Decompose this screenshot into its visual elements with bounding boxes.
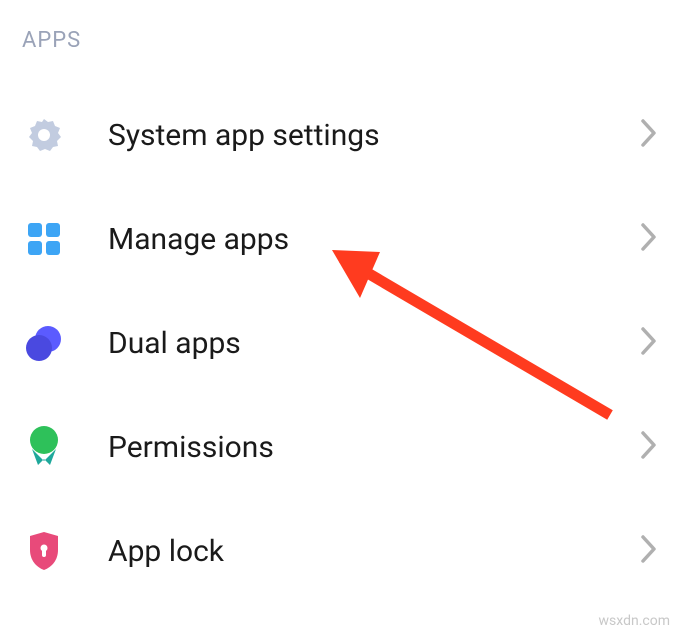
menu-item-label: Permissions bbox=[66, 430, 640, 465]
menu-item-permissions[interactable]: Permissions bbox=[0, 395, 680, 499]
menu-item-system-app-settings[interactable]: System app settings bbox=[0, 83, 680, 187]
menu-item-label: Manage apps bbox=[66, 222, 640, 257]
shield-lock-icon bbox=[22, 529, 66, 573]
menu-item-manage-apps[interactable]: Manage apps bbox=[0, 187, 680, 291]
chevron-right-icon bbox=[640, 534, 658, 568]
chevron-right-icon bbox=[640, 118, 658, 152]
menu-item-dual-apps[interactable]: Dual apps bbox=[0, 291, 680, 395]
watermark: wsxdn.com bbox=[599, 613, 670, 629]
menu-item-label: App lock bbox=[66, 534, 640, 569]
menu-item-label: System app settings bbox=[66, 118, 640, 153]
menu-item-app-lock[interactable]: App lock bbox=[0, 499, 680, 603]
grid-icon bbox=[22, 217, 66, 261]
apps-menu-list: System app settings Manage apps Dual bbox=[0, 53, 680, 603]
section-header: APPS bbox=[0, 0, 680, 53]
chevron-right-icon bbox=[640, 326, 658, 360]
chevron-right-icon bbox=[640, 222, 658, 256]
gear-icon bbox=[22, 113, 66, 157]
dual-circles-icon bbox=[22, 321, 66, 365]
chevron-right-icon bbox=[640, 430, 658, 464]
menu-item-label: Dual apps bbox=[66, 326, 640, 361]
permissions-badge-icon bbox=[22, 425, 66, 469]
